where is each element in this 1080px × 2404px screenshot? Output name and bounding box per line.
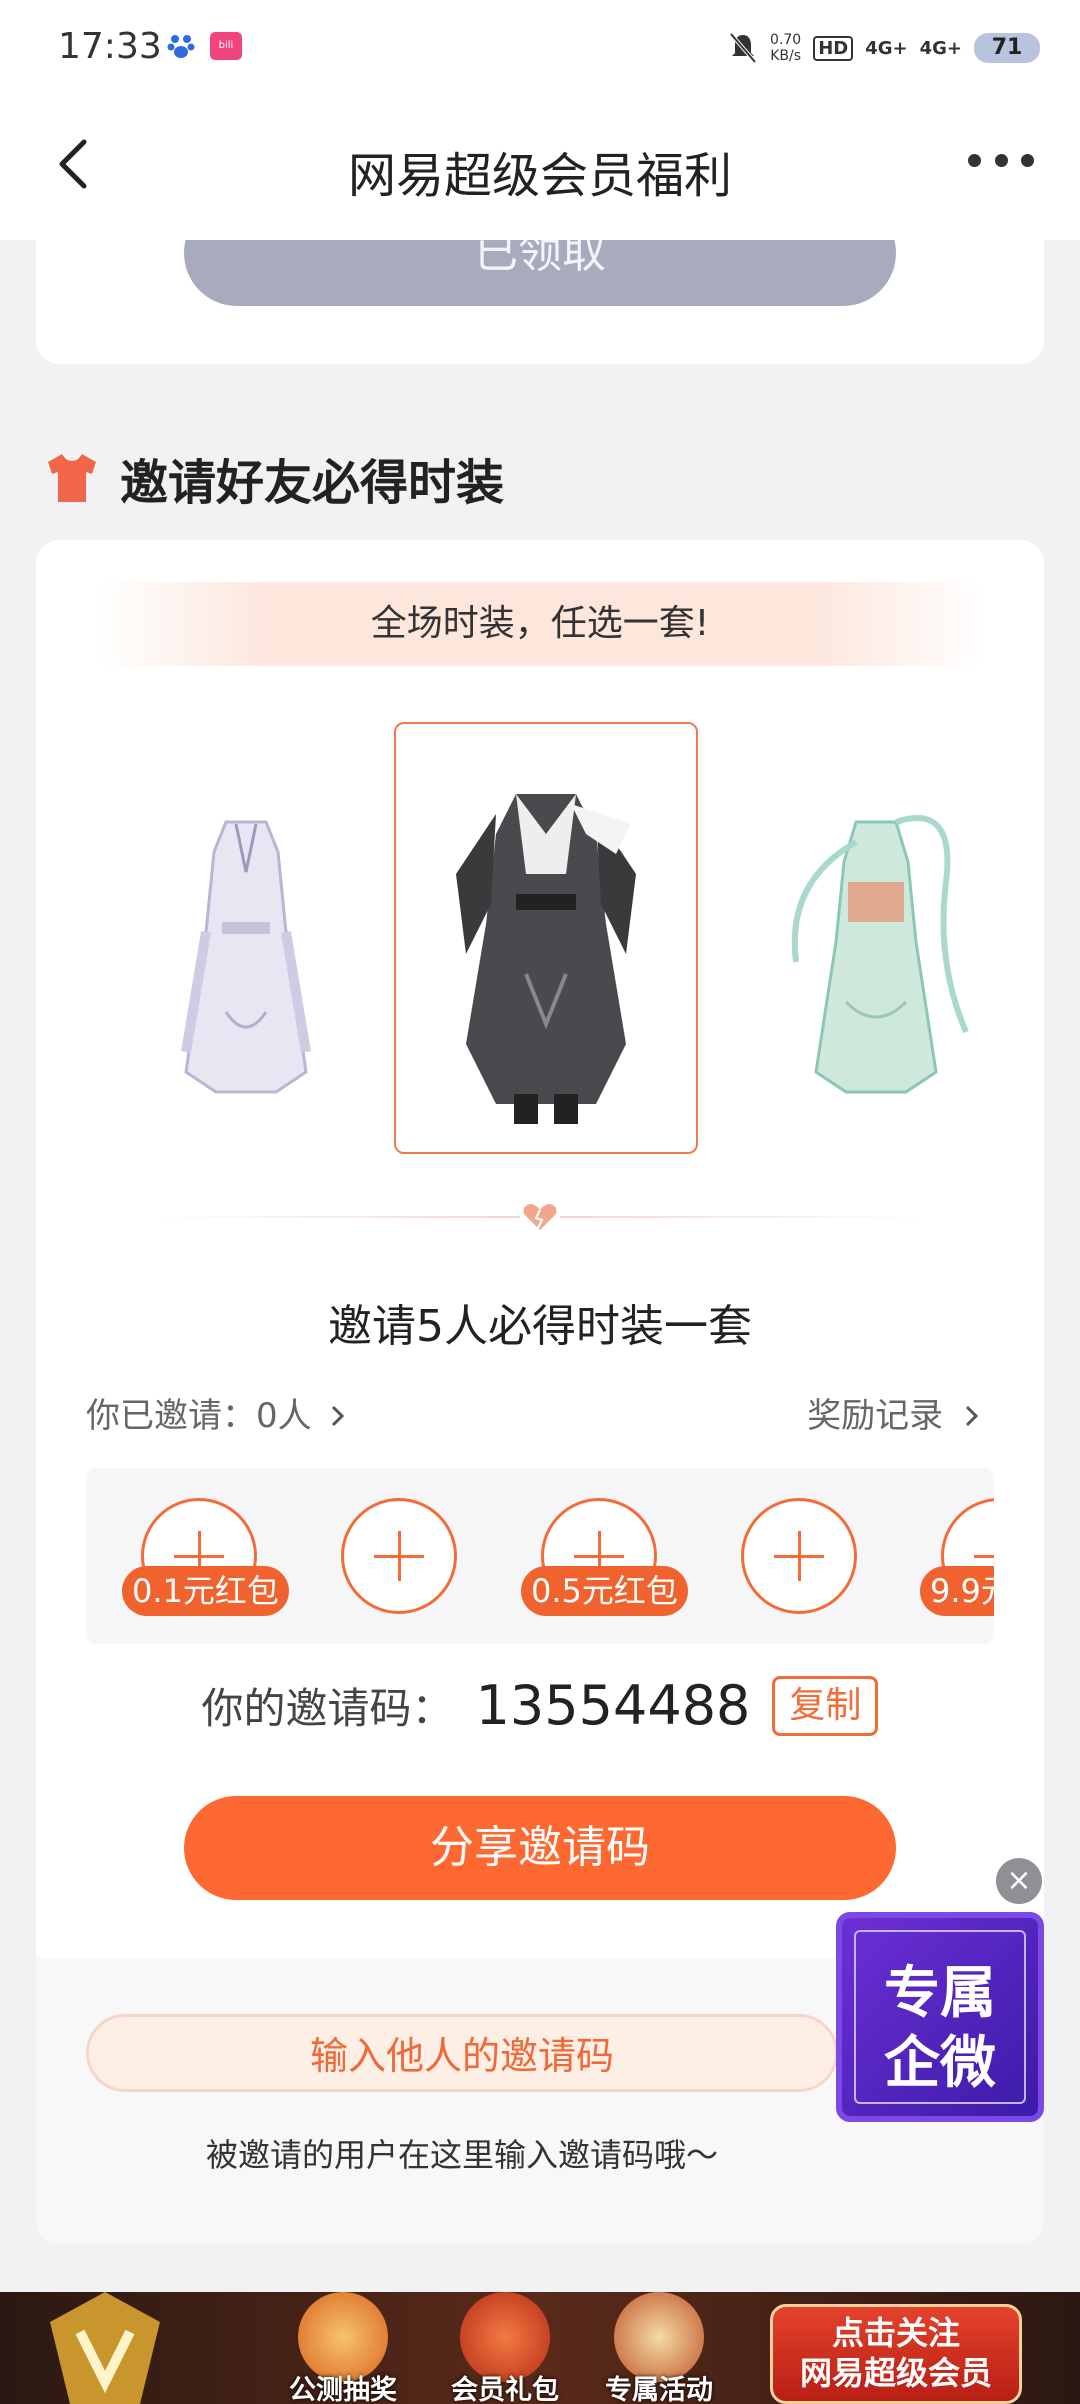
signal-4g-icon: 4G+ <box>865 37 908 59</box>
copy-button[interactable]: 复制 <box>772 1675 879 1736</box>
heart-divider-icon <box>520 1200 560 1234</box>
status-bar: 17:33 bili 0.70 KB/s HD 4G+ 4G+ 71 <box>0 0 1080 96</box>
invite-goal: 邀请5人必得时装一套 <box>328 1301 752 1352</box>
chevron-right-icon <box>965 1405 979 1427</box>
invite-code-row: 你的邀请码： 13554488 复制 <box>36 1674 1044 1737</box>
battery-icon: 71 <box>974 33 1040 63</box>
invited-count[interactable]: 你已邀请：0人 <box>86 1388 348 1437</box>
slot-reward-tag-1: 0.1元红包 <box>122 1566 289 1616</box>
outfit-green-image[interactable] <box>766 802 986 1112</box>
chevron-right-icon <box>332 1405 345 1427</box>
bottom-item-lottery[interactable]: 公测抽奖 <box>278 2292 408 2404</box>
signal-4g-icon-2: 4G+ <box>919 37 962 59</box>
follow-cta-button[interactable]: 点击关注 网易超级会员 <box>770 2304 1022 2404</box>
nav-bar: 网易超级会员福利 <box>0 96 1080 240</box>
tshirt-icon <box>48 454 96 502</box>
slot-reward-tag-5: 9.9元 <box>920 1566 994 1616</box>
net-speed: 0.70 KB/s <box>770 32 802 64</box>
outfit-selected-frame[interactable] <box>394 722 698 1154</box>
claimed-button[interactable]: 已领取 <box>184 240 896 306</box>
game-logo-icon <box>50 2292 160 2404</box>
outfit-white-image[interactable] <box>166 812 326 1112</box>
badge-line-2: 企微 <box>884 2030 996 2096</box>
badge-line-1: 专属 <box>884 1960 996 2026</box>
hd-icon: HD <box>813 35 854 61</box>
bottom-item-gift[interactable]: 会员礼包 <box>440 2292 570 2404</box>
more-options-icon[interactable] <box>968 148 1034 172</box>
invite-slot-4[interactable] <box>741 1498 857 1614</box>
previous-card: 已领取 <box>36 240 1044 364</box>
enter-code-hint: 被邀请的用户在这里输入邀请码哦～ <box>205 2136 718 2174</box>
invite-slot-2[interactable] <box>341 1498 457 1614</box>
invite-code-label: 你的邀请码： <box>201 1684 454 1733</box>
bottom-item-activity[interactable]: 专属活动 <box>594 2292 724 2404</box>
enter-code-button[interactable]: 输入他人的邀请码 <box>86 2014 838 2092</box>
promo-banner: 全场时装，任选一套! <box>96 582 984 666</box>
rewards-record-link[interactable]: 奖励记录 <box>807 1388 982 1437</box>
status-indicators: 0.70 KB/s HD 4G+ 4G+ 71 <box>728 28 1040 68</box>
bilibili-icon: bili <box>210 32 242 60</box>
baidu-paw-icon <box>167 35 195 58</box>
section-title: 邀请好友必得时装 <box>120 455 505 511</box>
page-title: 网易超级会员福利 <box>347 148 732 204</box>
outfit-black-image <box>456 794 636 1124</box>
slot-reward-tag-3: 0.5元红包 <box>521 1566 688 1616</box>
bottom-promo-banner[interactable]: 公测抽奖 会员礼包 专属活动 点击关注 网易超级会员 <box>0 2292 1080 2404</box>
close-icon[interactable]: × <box>996 1858 1042 1904</box>
section-header: 邀请好友必得时装 <box>44 448 504 511</box>
mute-bell-icon <box>729 32 757 64</box>
invite-slots: 0.1元红包 0.5元红包 9.9元 <box>86 1468 994 1644</box>
share-invite-code-button[interactable]: 分享邀请码 <box>184 1796 896 1900</box>
invite-code-value: 13554488 <box>475 1674 751 1737</box>
status-time: 17:33 <box>58 26 162 67</box>
exclusive-wecom-badge[interactable]: 专属 企微 <box>836 1912 1044 2122</box>
